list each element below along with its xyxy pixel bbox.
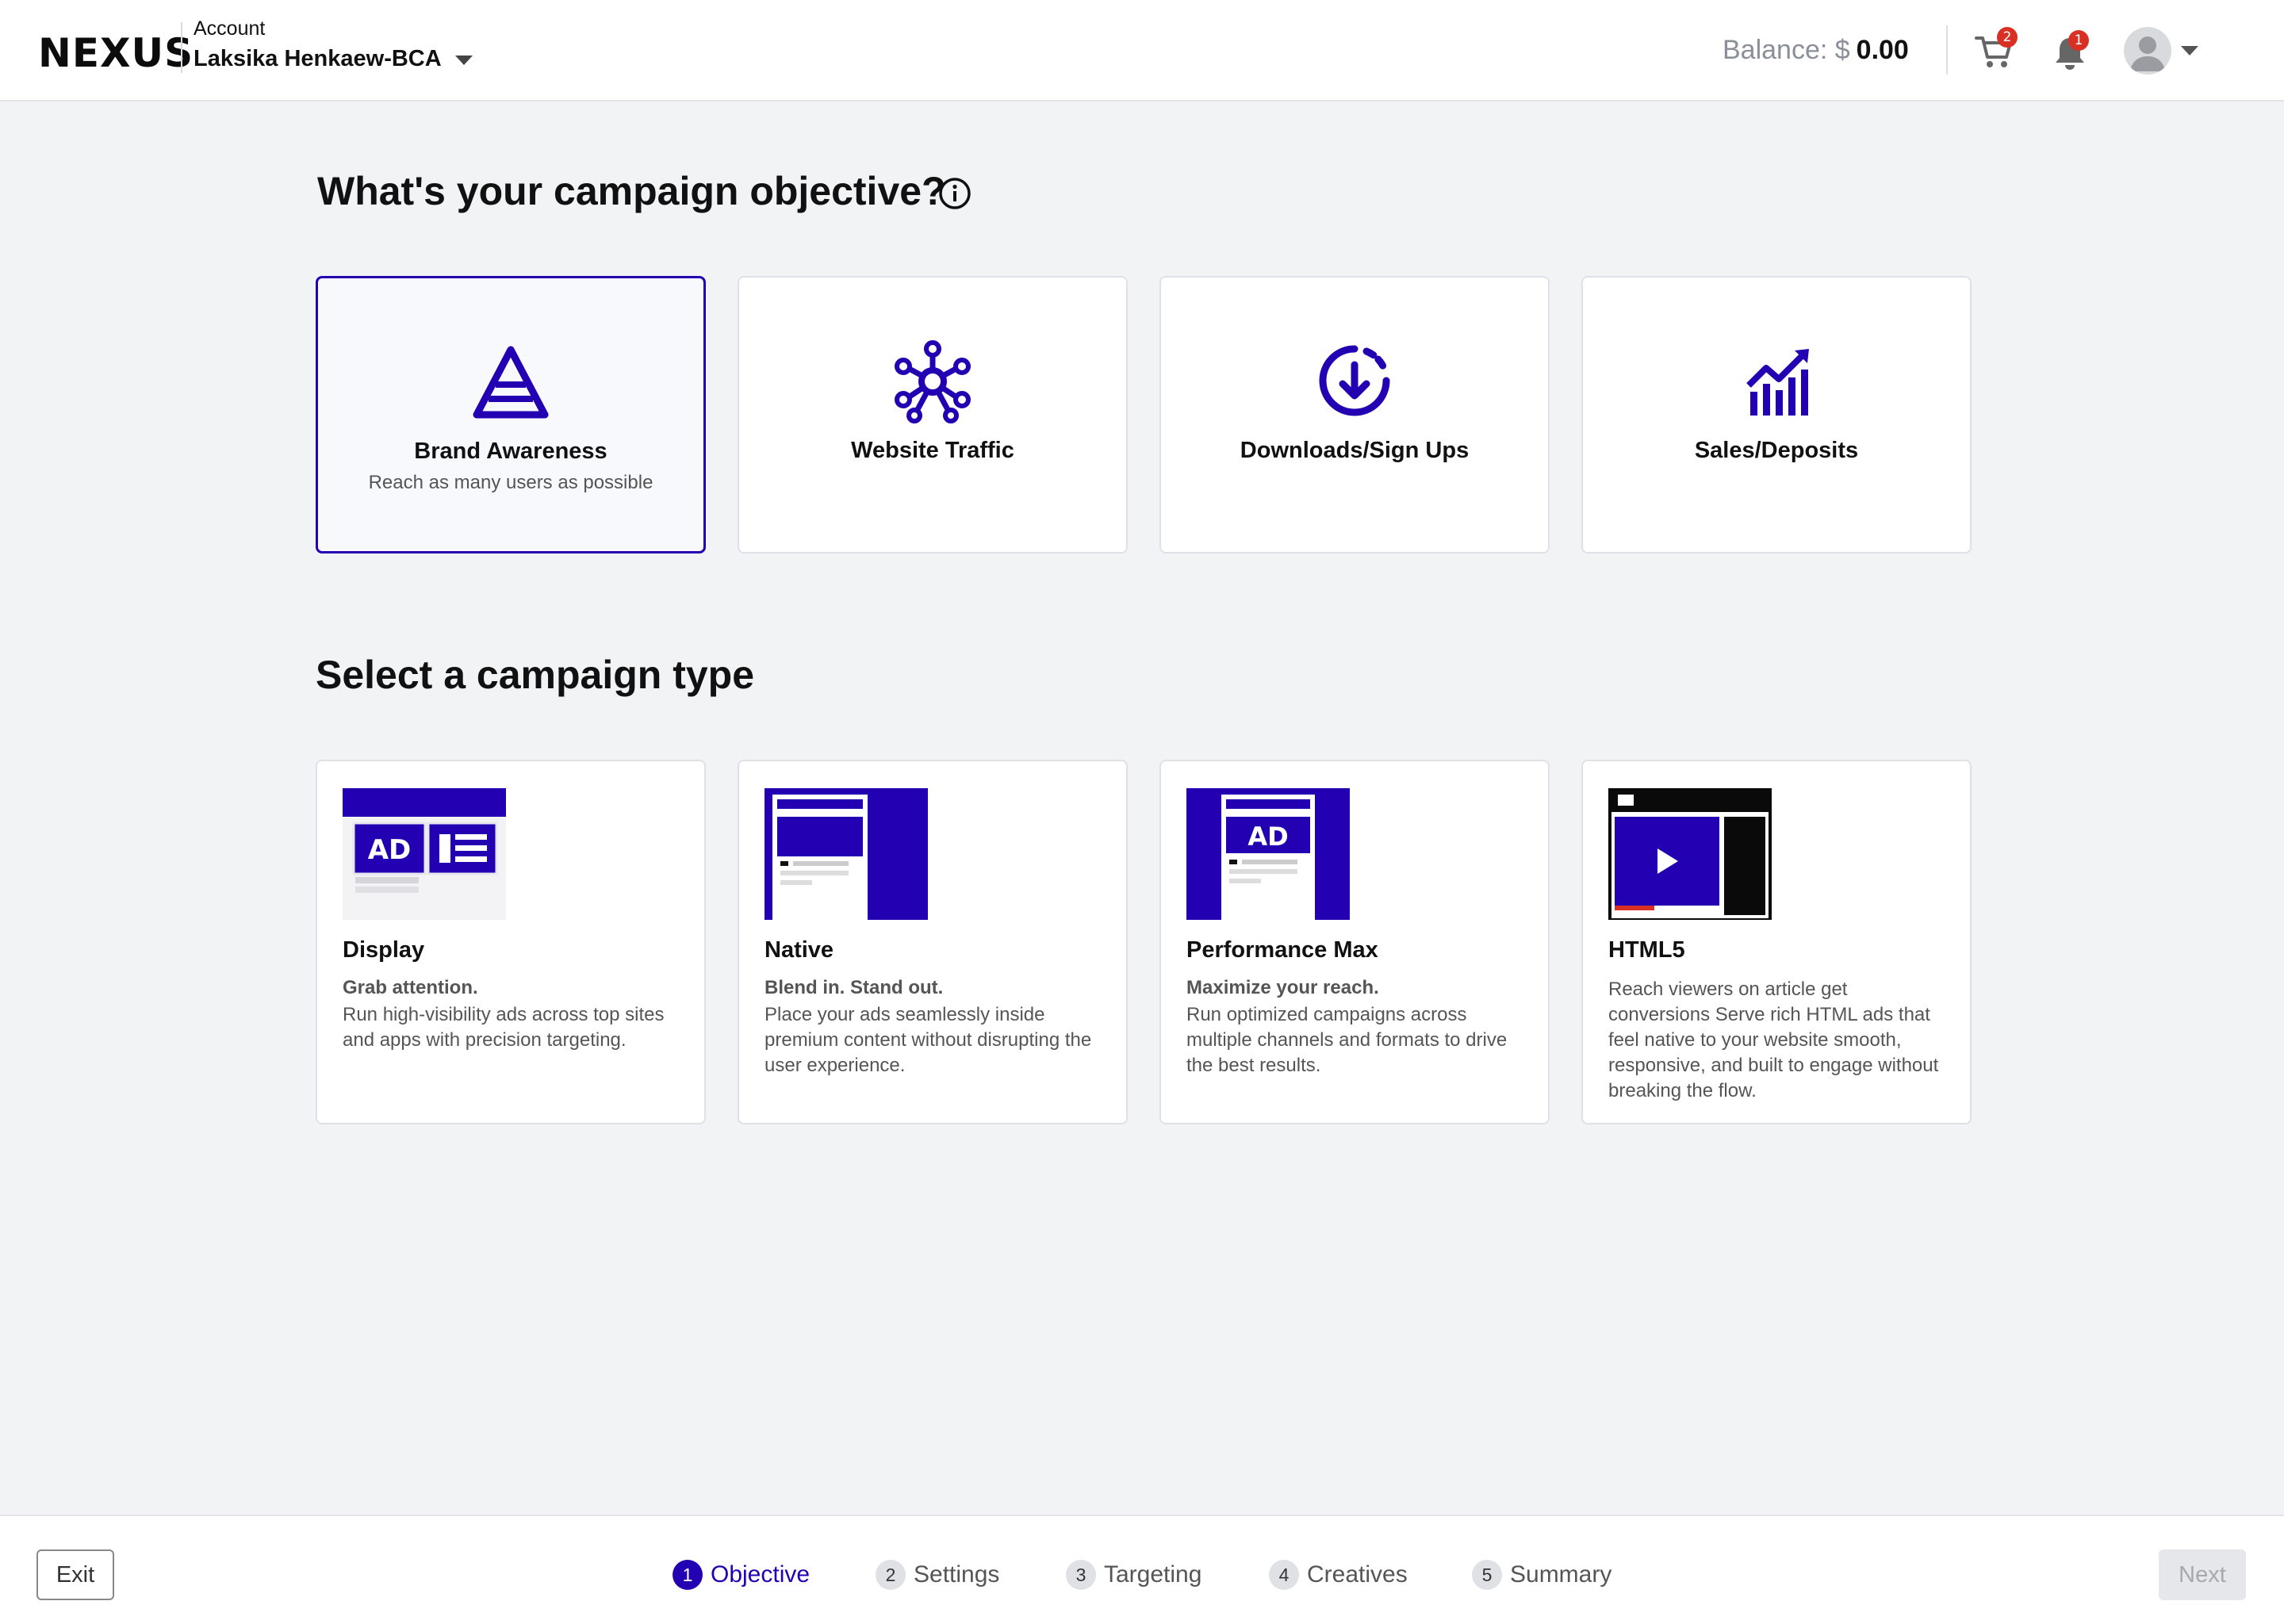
step-label: Settings: [914, 1561, 1000, 1588]
header-separator: [1946, 25, 1948, 75]
objective-title: Website Traffic: [851, 438, 1014, 463]
campaign-type-card-performance-max[interactable]: AD Performance Max Maximize your reach. …: [1159, 760, 1550, 1124]
step-objective[interactable]: 1 Objective: [673, 1559, 810, 1591]
campaign-type-heading: Select a campaign type: [316, 653, 755, 697]
exit-button[interactable]: Exit: [36, 1549, 114, 1600]
performance-max-illustration: AD: [1186, 788, 1350, 920]
campaign-type-description: Place your ads seamlessly inside premium…: [765, 1004, 1092, 1076]
wizard-footer: Exit 1 Objective 2 Settings 3 Targeting …: [0, 1515, 2284, 1624]
next-button[interactable]: Next: [2159, 1549, 2246, 1600]
step-label: Summary: [1510, 1561, 1612, 1588]
step-number: 3: [1066, 1560, 1096, 1590]
download-circle-icon: [1319, 345, 1390, 416]
campaign-type-tagline: Maximize your reach.: [1186, 977, 1379, 998]
campaign-type-card-native[interactable]: Native Blend in. Stand out. Place your a…: [738, 760, 1128, 1124]
display-ad-illustration: AD: [343, 788, 506, 920]
step-settings[interactable]: 2 Settings: [876, 1559, 999, 1591]
campaign-type-title: Display: [343, 937, 425, 963]
campaign-type-description: Run optimized campaigns across multiple …: [1186, 1004, 1508, 1076]
notifications-button[interactable]: 1: [2052, 30, 2089, 71]
objective-title: Downloads/Sign Ups: [1240, 438, 1470, 463]
growth-chart-icon: [1746, 349, 1809, 416]
step-label: Creatives: [1307, 1561, 1408, 1588]
objective-subtitle: Reach as many users as possible: [368, 472, 653, 493]
step-number: 5: [1472, 1560, 1502, 1590]
step-label: Objective: [711, 1561, 811, 1588]
objective-card-brand-awareness[interactable]: Brand Awareness Reach as many users as p…: [316, 276, 706, 553]
user-avatar[interactable]: [2124, 27, 2171, 75]
account-name[interactable]: Laksika Henkaew-BCA: [194, 46, 442, 72]
top-header: NEXUS Account Laksika Henkaew-BCA Balanc…: [0, 0, 2284, 102]
campaign-type-title: HTML5: [1608, 937, 1685, 963]
step-number: 1: [673, 1560, 703, 1590]
step-number: 2: [876, 1560, 906, 1590]
cart-count-badge: 2: [1997, 27, 2018, 48]
step-targeting[interactable]: 3 Targeting: [1066, 1559, 1201, 1591]
step-number: 4: [1269, 1560, 1299, 1590]
campaign-type-card-display[interactable]: AD Display Grab attention. Run high-visi…: [316, 760, 706, 1124]
campaign-type-tagline: Blend in. Stand out.: [765, 977, 944, 998]
svg-text:AD: AD: [368, 834, 412, 866]
svg-text:AD: AD: [1247, 822, 1288, 852]
account-label: Account: [194, 17, 266, 40]
notification-count-badge: 1: [2068, 30, 2089, 51]
account-dropdown-icon[interactable]: [455, 56, 473, 65]
objective-card-website-traffic[interactable]: Website Traffic: [738, 276, 1128, 553]
pyramid-icon: [473, 346, 549, 419]
user-icon: [2130, 36, 2165, 71]
info-icon[interactable]: [937, 176, 972, 211]
campaign-type-description: Run high-visibility ads across top sites…: [343, 1004, 665, 1051]
campaign-type-tagline: Grab attention.: [343, 977, 478, 998]
html5-video-illustration: [1608, 788, 1772, 920]
user-menu-dropdown-icon[interactable]: [2181, 46, 2198, 56]
nexus-logo[interactable]: NEXUS: [38, 30, 194, 76]
cart-button[interactable]: 2: [1975, 27, 2018, 70]
objective-card-sales-deposits[interactable]: Sales/Deposits: [1581, 276, 1972, 553]
campaign-type-title: Performance Max: [1186, 937, 1378, 963]
campaign-type-card-html5[interactable]: HTML5 Reach viewers on article get conve…: [1581, 760, 1972, 1124]
step-label: Targeting: [1104, 1561, 1202, 1588]
network-hub-icon: [895, 340, 971, 423]
balance-value: 0.00: [1856, 35, 1909, 65]
objective-title: Sales/Deposits: [1694, 438, 1859, 463]
objective-title: Brand Awareness: [414, 439, 607, 464]
step-summary[interactable]: 5 Summary: [1472, 1559, 1611, 1591]
objective-card-downloads-signups[interactable]: Downloads/Sign Ups: [1159, 276, 1550, 553]
objective-heading: What's your campaign objective?: [317, 169, 946, 213]
balance-label: Balance: $: [1723, 35, 1850, 65]
campaign-type-title: Native: [765, 937, 834, 963]
balance-display: Balance: $0.00: [1723, 35, 1909, 66]
header-divider: [181, 22, 182, 73]
native-ad-illustration: [765, 788, 928, 920]
step-creatives[interactable]: 4 Creatives: [1269, 1559, 1408, 1591]
campaign-type-description: Reach viewers on article get conversions…: [1608, 979, 1939, 1101]
